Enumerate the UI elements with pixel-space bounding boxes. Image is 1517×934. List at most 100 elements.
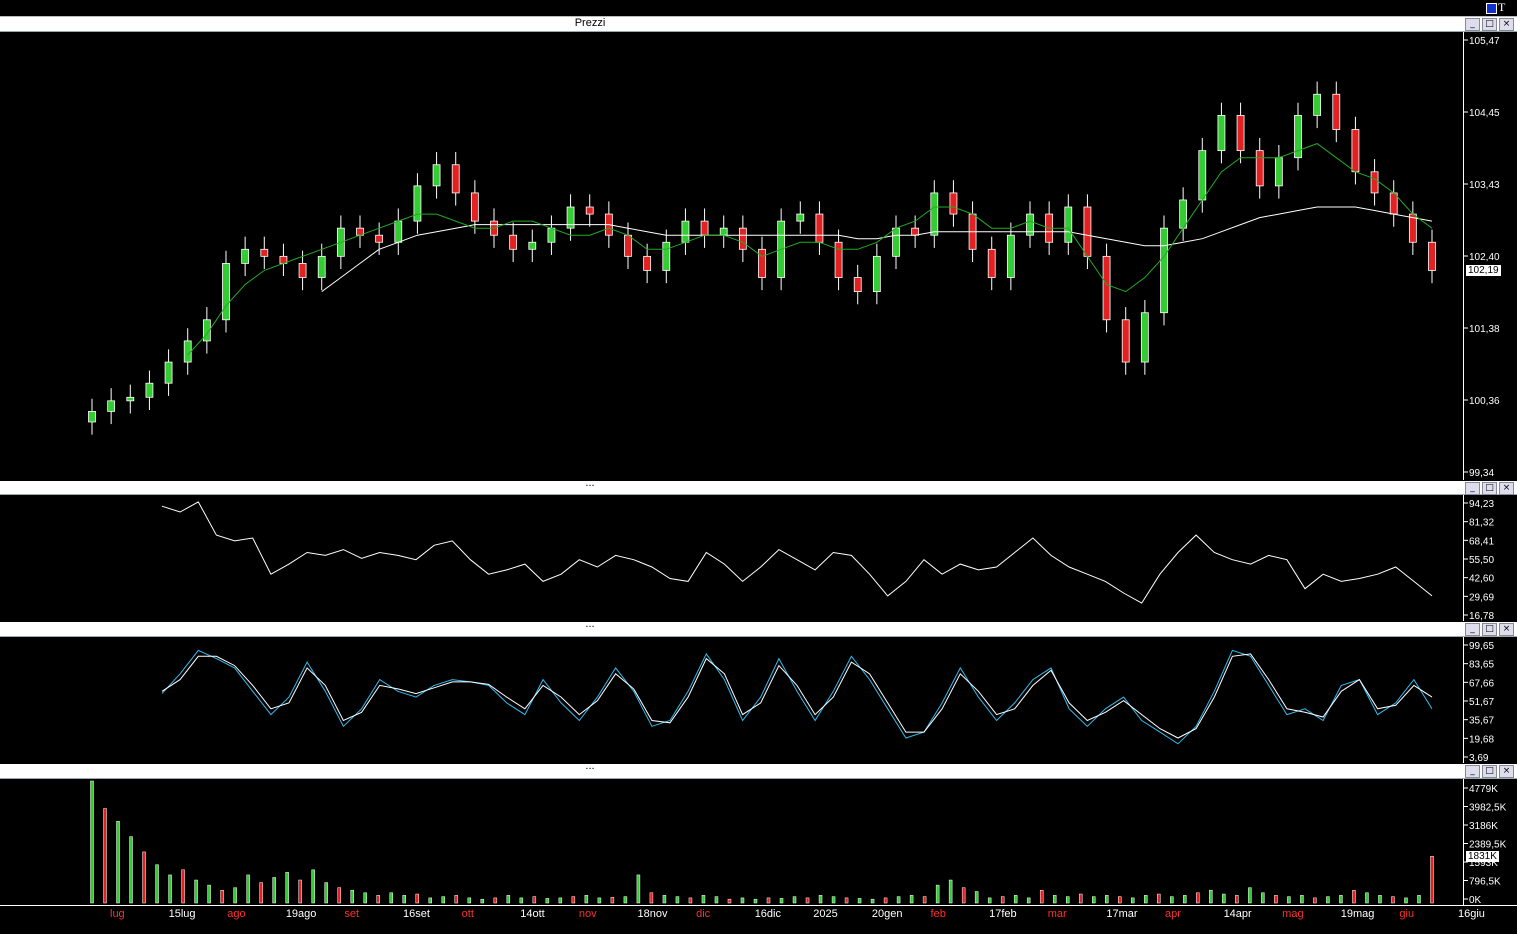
candle-up	[1274, 157, 1283, 187]
volume-bar-up	[285, 872, 289, 904]
close-button[interactable]: ×	[1499, 765, 1514, 778]
volume-bar-up	[1065, 896, 1070, 904]
close-button[interactable]: ×	[1499, 482, 1514, 495]
x-axis-label: 16giu	[1458, 908, 1485, 920]
candle-up	[241, 248, 250, 264]
candle-up	[183, 340, 192, 363]
price-chart-pane[interactable]	[0, 32, 1463, 480]
volume-bar-down	[610, 897, 615, 904]
text-tool-icon[interactable]: T	[1498, 0, 1505, 15]
x-axis-label: ott	[461, 908, 474, 920]
volume-bar-up	[1300, 895, 1304, 904]
volume-bar-down	[961, 887, 966, 904]
minimize-button[interactable]: _	[1465, 18, 1480, 31]
candle-down	[987, 248, 996, 278]
volume-bar-up	[623, 896, 628, 904]
x-axis-label: dic	[696, 908, 711, 920]
minimize-button[interactable]: _	[1465, 482, 1480, 495]
volume-bar-down	[1352, 889, 1356, 904]
restore-button[interactable]: □	[1482, 482, 1497, 495]
volume-bar-up	[636, 874, 641, 904]
volume-bar-up	[480, 898, 485, 904]
volume-bar-down	[142, 851, 146, 904]
volume-bar-up	[792, 896, 797, 904]
x-axis-label: ago	[227, 908, 246, 920]
candle-down	[1332, 93, 1341, 130]
oscillator-y-axis-ticks: 94,23 81,32 68,41 55,50 42,60 29,69 16,78	[1464, 499, 1494, 622]
candle-up	[145, 382, 154, 398]
candle-down	[758, 248, 766, 278]
volume-bar-up	[402, 895, 406, 904]
volume-bar-up	[1326, 896, 1330, 904]
volume-pane[interactable]	[0, 779, 1463, 905]
candle-down	[375, 234, 384, 243]
volume-bar-up	[1404, 897, 1408, 904]
stochastic-y-axis-ticks: 99,65 83,65 67,66 51,67 35,67 19,68 3,69	[1464, 641, 1494, 764]
volume-bar-up	[779, 898, 784, 904]
candle-down	[1428, 241, 1436, 271]
volume-bar-up	[558, 897, 563, 904]
candle-down	[509, 234, 518, 250]
minimize-button[interactable]: _	[1465, 765, 1480, 778]
osc2-panel-titlebar: ... _ □ ×	[0, 618, 1517, 637]
stochastic-axis-tick-label: 3,69	[1469, 753, 1489, 764]
oscillator-axis-tick-label: 55,50	[1469, 555, 1494, 566]
osc2-panel-title: ...	[585, 618, 595, 630]
last-volume-tag: 1831K	[1466, 851, 1499, 862]
volume-bar-down	[532, 896, 537, 904]
volume-bar-up	[1091, 896, 1096, 904]
candle-down	[911, 227, 920, 236]
volume-bar-up	[753, 898, 758, 904]
volume-bar-down	[727, 898, 732, 904]
volume-bar-up	[1170, 896, 1174, 904]
x-axis-label: 19mag	[1340, 908, 1375, 920]
candle-up	[930, 192, 939, 236]
volume-bar-up	[116, 821, 120, 904]
volume-bar-down	[220, 889, 224, 904]
last-price-tag: 102,19	[1466, 265, 1501, 276]
volume-bar-up	[909, 895, 914, 904]
x-axis-label: 14apr	[1223, 908, 1252, 920]
stochastic-axis-tick-label: 83,65	[1469, 660, 1494, 671]
price-panel-titlebar: Prezzi _ □ ×	[0, 17, 1517, 32]
volume-bar-up	[1365, 892, 1369, 904]
oscillator-axis-tick-label: 68,41	[1469, 536, 1494, 547]
volume-bar-up	[662, 895, 667, 904]
volume-bar-down	[1157, 893, 1161, 904]
volume-bar-up	[350, 889, 354, 904]
volume-bar-down	[454, 895, 459, 904]
stochastic-line-0	[161, 649, 1433, 745]
stochastic-pane[interactable]	[0, 637, 1463, 763]
x-axis-label: apr	[1164, 908, 1181, 920]
minimize-button[interactable]: _	[1465, 623, 1480, 636]
oscillator-y-axis: 94,23 81,32 68,41 55,50 42,60 29,69 16,78	[1463, 495, 1517, 622]
price-y-axis: 105,47 104,45 103,43 102,40 101,38 100,36 99,3…	[1463, 32, 1517, 480]
candle-down	[1370, 171, 1379, 194]
volume-bar-down	[883, 897, 888, 904]
volume-y-axis-ticks: 4779K3982,5K3186K2389,5K1593K796,5K0K	[1464, 784, 1507, 906]
candle-up	[872, 255, 881, 292]
stochastic-axis-tick-label: 51,67	[1469, 697, 1494, 708]
close-button[interactable]: ×	[1499, 18, 1514, 31]
volume-bar-up	[519, 897, 524, 904]
restore-button[interactable]: □	[1482, 765, 1497, 778]
candle-up	[88, 410, 96, 423]
volume-bar-up	[1026, 897, 1031, 904]
volume-bar-up	[1287, 896, 1291, 904]
candle-up	[1313, 93, 1322, 116]
volume-bar-down	[103, 808, 107, 904]
x-axis-label: lug	[110, 908, 125, 920]
oscillator-axis-tick-label: 94,23	[1469, 499, 1494, 510]
volume-bar-up	[896, 896, 901, 904]
oscillator-pane[interactable]	[0, 495, 1463, 621]
restore-button[interactable]: □	[1482, 18, 1497, 31]
window-square-icon[interactable]	[1486, 3, 1497, 14]
volume-bar-up	[701, 895, 706, 904]
volume-axis-tick-label: 2389,5K	[1469, 840, 1507, 851]
x-axis-label: feb	[930, 908, 946, 920]
restore-button[interactable]: □	[1482, 623, 1497, 636]
volume-bar-up	[948, 879, 953, 904]
candle-up	[1006, 234, 1015, 278]
x-axis-label: 16set	[403, 908, 430, 920]
close-button[interactable]: ×	[1499, 623, 1514, 636]
